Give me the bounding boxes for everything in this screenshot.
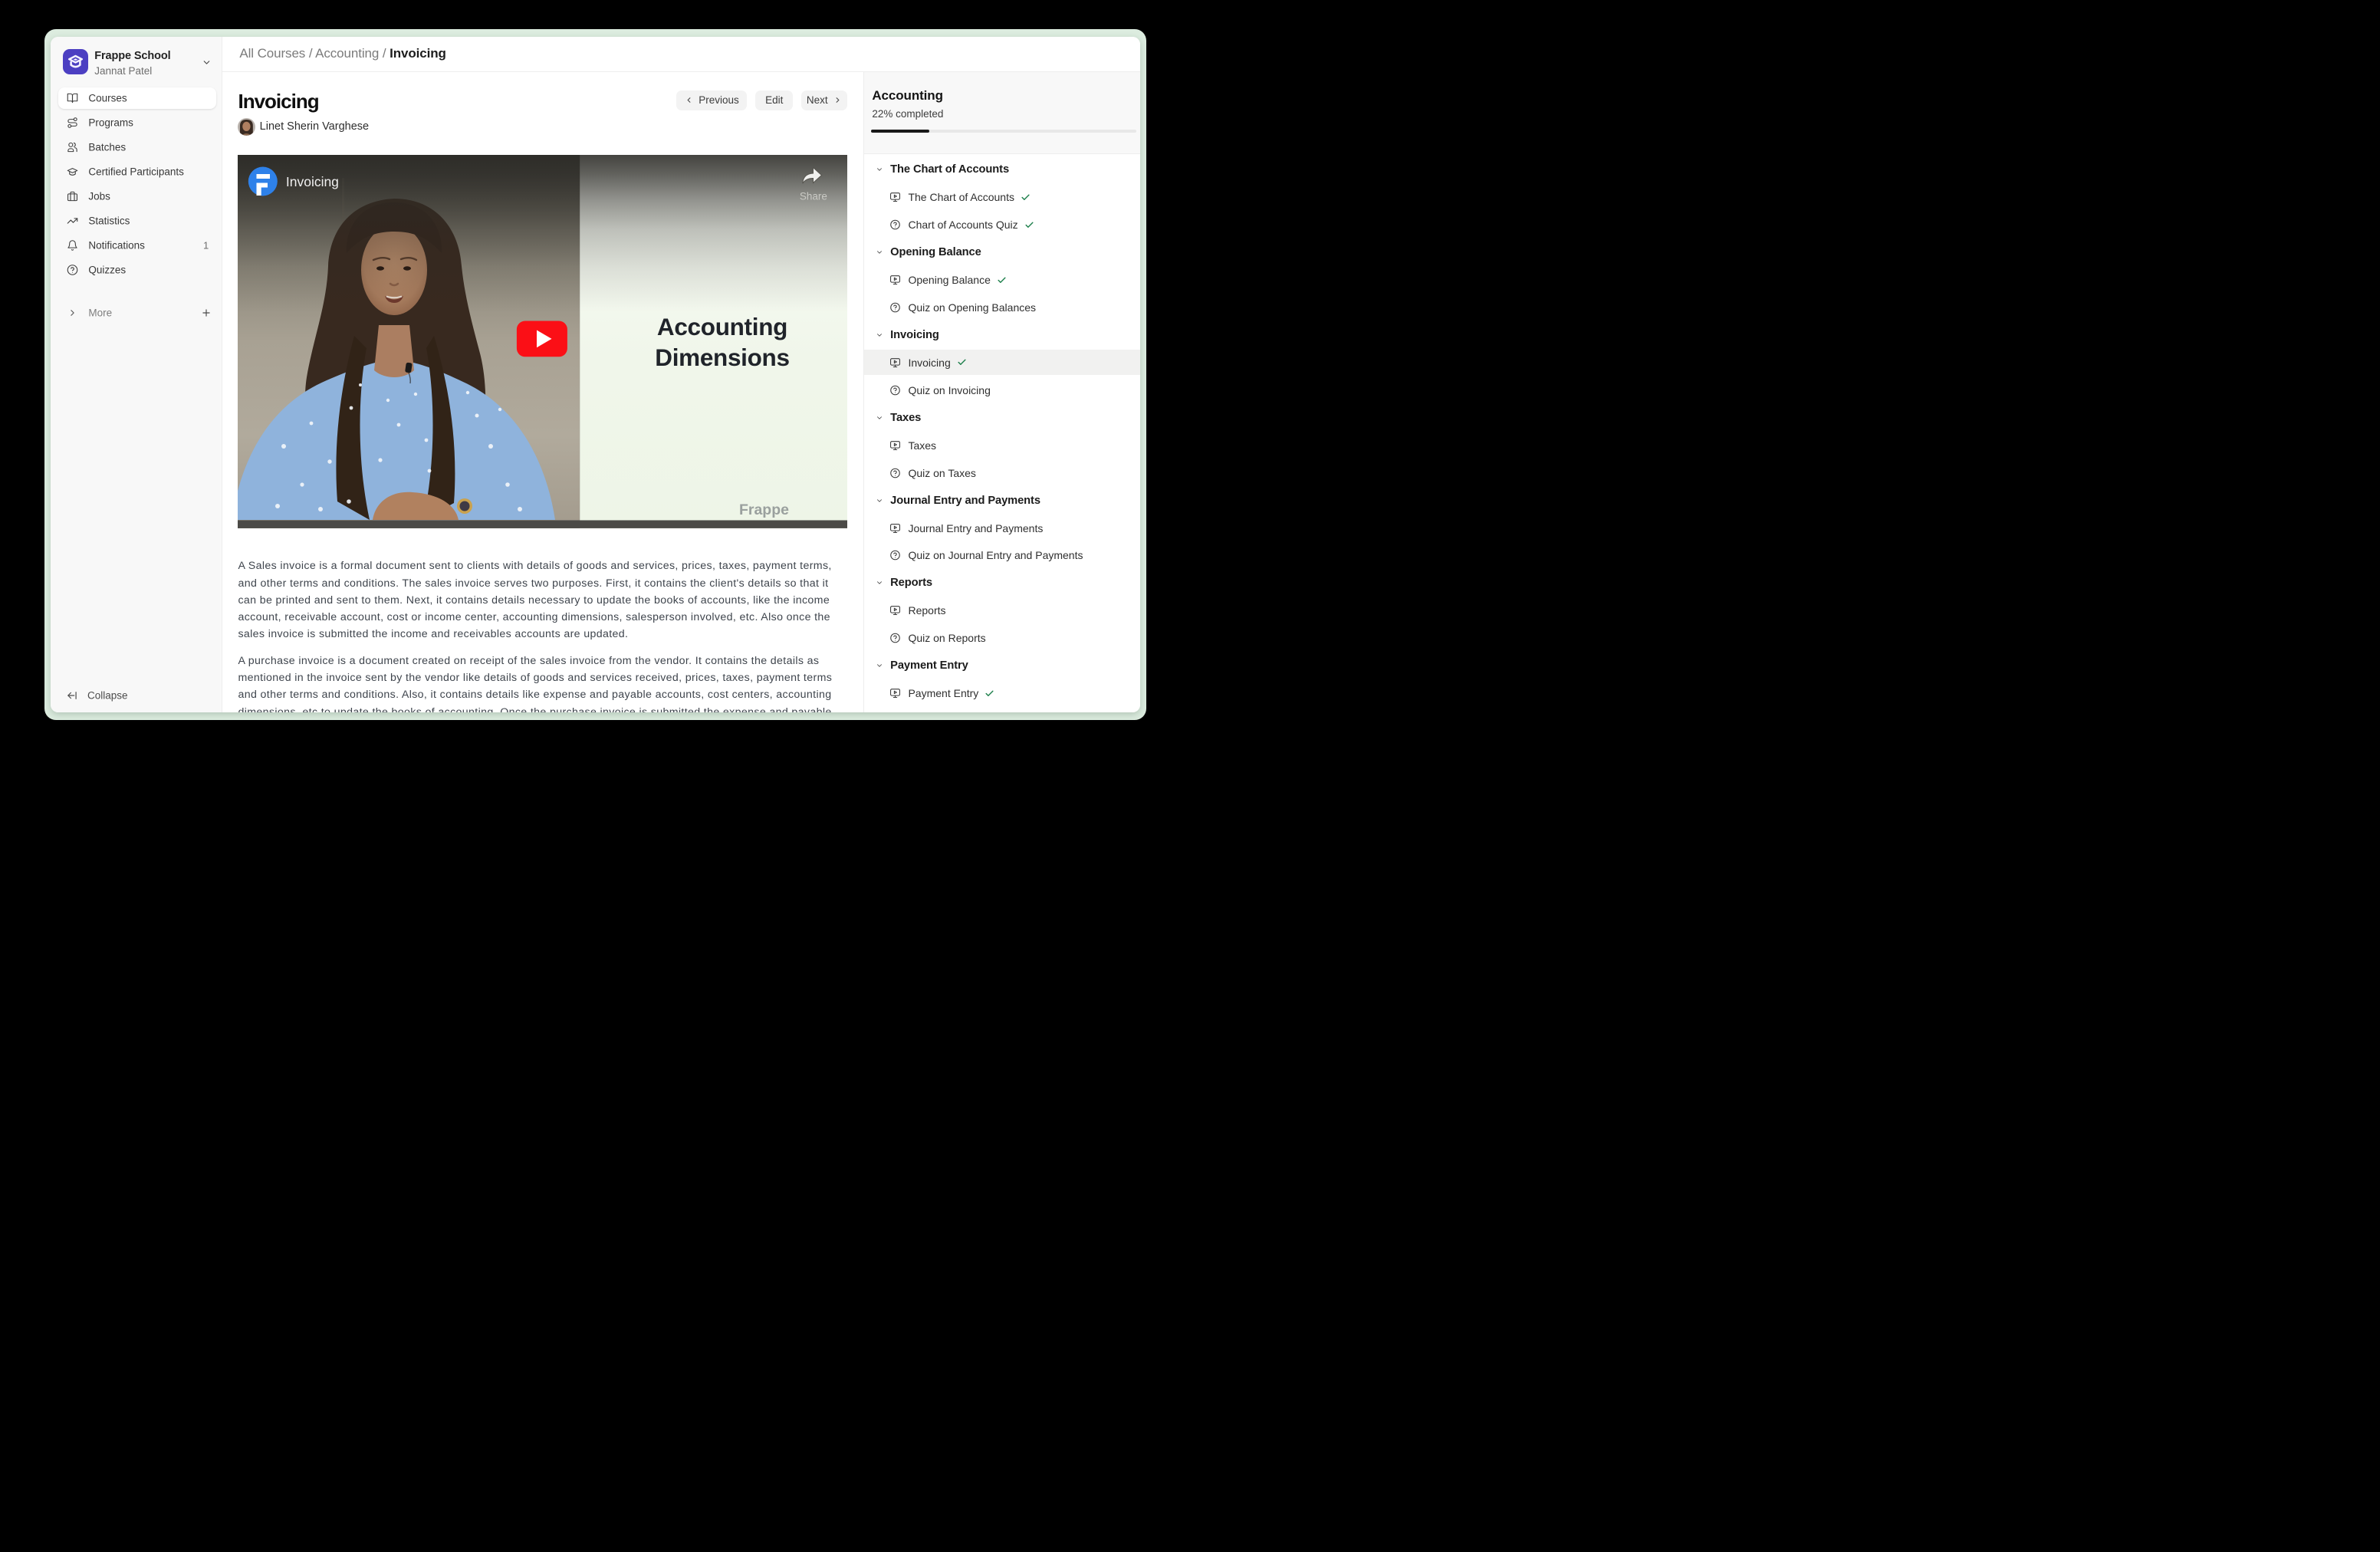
svg-text:Frappe: Frappe [739,501,789,518]
svg-text:Share: Share [800,191,827,202]
svg-text:Accounting: Accounting [657,313,787,340]
svg-text:Invoicing: Invoicing [286,174,339,189]
svg-text:Dimensions: Dimensions [655,344,789,371]
